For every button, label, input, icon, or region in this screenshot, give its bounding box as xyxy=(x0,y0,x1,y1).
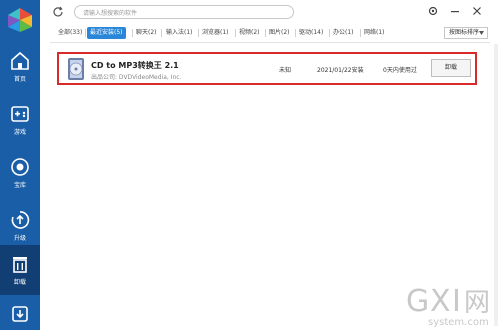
tab-chat[interactable]: 聊天(2) xyxy=(133,27,160,39)
tab-image[interactable]: 图片(2) xyxy=(266,27,293,39)
divider xyxy=(50,42,490,43)
gxi-watermark-logo: G X I 网 system.com xyxy=(406,284,490,328)
sidebar-item-games[interactable]: 游戏 xyxy=(0,95,40,145)
sidebar-item-uninstall[interactable]: 卸载 xyxy=(0,245,40,295)
sidebar-item-home[interactable]: 首页 xyxy=(0,42,40,92)
tab-driver[interactable]: 驱动(14) xyxy=(296,27,326,39)
treasure-icon xyxy=(11,158,29,176)
tab-divider xyxy=(85,29,86,37)
sidebar-item-label: 游戏 xyxy=(13,129,26,136)
upgrade-icon xyxy=(11,211,30,229)
uninstall-button[interactable]: 卸载 xyxy=(431,59,471,77)
trash-icon xyxy=(13,257,27,273)
gamepad-icon xyxy=(11,106,29,122)
svg-text:I: I xyxy=(452,284,461,319)
app-logo-icon xyxy=(8,8,32,32)
home-icon xyxy=(11,51,29,70)
usage-info: 0天内使用过 xyxy=(383,67,417,74)
sidebar: 首页 游戏 宝库 升级 卸载 xyxy=(0,0,40,330)
cd-app-icon xyxy=(68,58,84,80)
tab-browser[interactable]: 浏览器(1) xyxy=(199,27,232,39)
install-date: 2021/01/22安装 xyxy=(317,67,364,74)
settings-icon[interactable] xyxy=(427,5,439,17)
sidebar-item-label: 升级 xyxy=(13,235,26,242)
minimize-icon[interactable] xyxy=(449,5,461,17)
tab-video[interactable]: 视频(2) xyxy=(236,27,263,39)
sidebar-item-upgrade[interactable]: 升级 xyxy=(0,201,40,251)
sidebar-item-label: 首页 xyxy=(13,76,26,83)
sort-label: 按图标排序 xyxy=(449,29,480,36)
svg-text:system.com: system.com xyxy=(428,317,489,328)
download-icon xyxy=(12,306,28,322)
tab-divider xyxy=(161,29,162,37)
svg-text:G: G xyxy=(406,284,429,319)
tab-recent[interactable]: 最近安装(5) xyxy=(87,27,126,39)
svg-text:网: 网 xyxy=(464,288,490,318)
refresh-icon[interactable] xyxy=(52,6,64,18)
sidebar-item-treasure[interactable]: 宝库 xyxy=(0,148,40,198)
tab-all[interactable]: 全部(33) xyxy=(55,27,85,39)
search-input[interactable]: 请输入想搜索的软件 xyxy=(74,5,294,19)
app-size: 未知 xyxy=(279,67,292,74)
sidebar-item-label: 宝库 xyxy=(13,182,26,189)
tab-network[interactable]: 网络(1) xyxy=(361,27,388,39)
app-name: CD to MP3转换王 2.1 xyxy=(91,61,179,70)
app-publisher: 出品公司: DVDVideoMedia, Inc. xyxy=(91,74,182,81)
close-icon[interactable] xyxy=(471,5,483,17)
svg-text:X: X xyxy=(430,284,451,319)
chevron-down-icon xyxy=(479,31,484,35)
sort-dropdown[interactable]: 按图标排序 xyxy=(444,27,488,39)
category-tabs: 全部(33) 最近安装(5) 聊天(2) 输入法(1) 浏览器(1) 视频(2)… xyxy=(52,27,490,41)
list-item[interactable]: CD to MP3转换王 2.1 出品公司: DVDVideoMedia, In… xyxy=(57,52,477,85)
tab-office[interactable]: 办公(1) xyxy=(330,27,357,39)
tab-input-method[interactable]: 输入法(1) xyxy=(163,27,196,39)
sidebar-item-label: 卸载 xyxy=(13,279,26,286)
sidebar-item-download[interactable] xyxy=(0,298,40,330)
